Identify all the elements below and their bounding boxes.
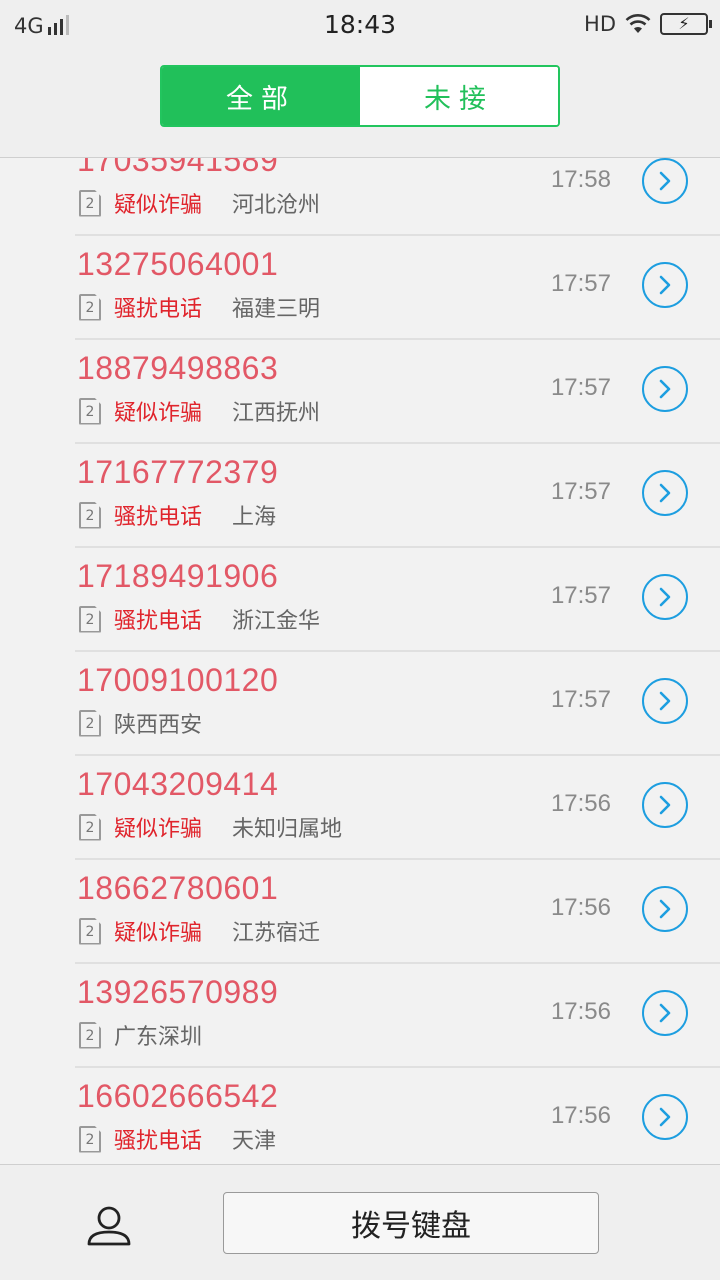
call-filter-tabs: 全部 未接 xyxy=(160,65,560,127)
footer: 拨号键盘 xyxy=(0,1164,720,1280)
dialpad-button[interactable]: 拨号键盘 xyxy=(223,1192,599,1254)
chevron-right-circle-icon[interactable] xyxy=(642,886,688,932)
chevron-right-circle-icon[interactable] xyxy=(642,574,688,620)
call-row[interactable]: 18662780601 2 疑似诈骗 江苏宿迁 17:56 xyxy=(0,860,720,964)
location: 广东深圳 xyxy=(114,1025,203,1050)
location: 上海 xyxy=(232,505,277,530)
tab-all[interactable]: 全部 xyxy=(162,67,360,125)
sim-card-icon: 2 xyxy=(79,397,101,425)
call-meta: 2 陕西西安 xyxy=(79,708,202,738)
call-meta: 2 骚扰电话 上海 xyxy=(79,500,276,530)
sim-card-icon: 2 xyxy=(79,189,101,217)
location: 江苏宿迁 xyxy=(232,921,321,946)
location: 河北沧州 xyxy=(232,193,321,218)
call-row[interactable]: 17035941589 2 疑似诈骗 河北沧州 17:58 xyxy=(0,158,720,236)
status-bar: 4G 18:43 HD ⚡ xyxy=(0,0,720,52)
sim-card-icon: 2 xyxy=(79,293,101,321)
sim-card-icon: 2 xyxy=(79,1021,101,1049)
sim-card-icon: 2 xyxy=(79,1125,101,1153)
location: 福建三明 xyxy=(232,297,321,322)
phone-number: 17035941589 xyxy=(77,158,279,178)
call-time: 17:56 xyxy=(550,790,611,817)
hd-indicator: HD xyxy=(584,12,616,36)
call-meta: 2 疑似诈骗 未知归属地 xyxy=(79,812,342,842)
phone-number: 18662780601 xyxy=(77,870,279,906)
call-row[interactable]: 17167772379 2 骚扰电话 上海 17:57 xyxy=(0,444,720,548)
wifi-icon xyxy=(625,14,651,33)
spam-tag: 骚扰电话 xyxy=(114,1129,203,1154)
phone-number: 13926570989 xyxy=(77,974,279,1010)
battery-icon: ⚡ xyxy=(660,13,712,35)
spam-tag: 疑似诈骗 xyxy=(114,817,203,842)
spam-tag: 骚扰电话 xyxy=(114,505,203,530)
call-time: 17:56 xyxy=(550,894,611,921)
phone-number: 18879498863 xyxy=(77,350,279,386)
call-row[interactable]: 16602666542 2 骚扰电话 天津 17:56 xyxy=(0,1068,720,1164)
call-time: 17:56 xyxy=(550,998,611,1025)
call-meta: 2 疑似诈骗 河北沧州 xyxy=(79,188,320,218)
spam-tag: 疑似诈骗 xyxy=(114,193,203,218)
call-row[interactable]: 17189491906 2 骚扰电话 浙江金华 17:57 xyxy=(0,548,720,652)
sim-card-icon: 2 xyxy=(79,917,101,945)
call-row[interactable]: 13275064001 2 骚扰电话 福建三明 17:57 xyxy=(0,236,720,340)
spam-tag: 疑似诈骗 xyxy=(114,921,203,946)
tab-missed[interactable]: 未接 xyxy=(360,67,558,125)
chevron-right-circle-icon[interactable] xyxy=(642,158,688,204)
chevron-right-circle-icon[interactable] xyxy=(642,366,688,412)
call-row[interactable]: 17009100120 2 陕西西安 17:57 xyxy=(0,652,720,756)
chevron-right-circle-icon[interactable] xyxy=(642,262,688,308)
call-meta: 2 骚扰电话 福建三明 xyxy=(79,292,320,322)
call-meta: 2 疑似诈骗 江西抚州 xyxy=(79,396,320,426)
sim-card-icon: 2 xyxy=(79,501,101,529)
sim-card-icon: 2 xyxy=(79,813,101,841)
call-row[interactable]: 13926570989 2 广东深圳 17:56 xyxy=(0,964,720,1068)
location: 未知归属地 xyxy=(232,817,343,842)
sim-card-icon: 2 xyxy=(79,709,101,737)
location: 天津 xyxy=(232,1129,277,1154)
call-time: 17:57 xyxy=(550,270,611,297)
status-right: HD ⚡ xyxy=(584,12,712,36)
header: 全部 未接 xyxy=(0,52,720,158)
phone-number: 17009100120 xyxy=(77,662,279,698)
call-time: 17:58 xyxy=(550,166,611,193)
spam-tag: 疑似诈骗 xyxy=(114,401,203,426)
phone-number: 13275064001 xyxy=(77,246,279,282)
call-meta: 2 广东深圳 xyxy=(79,1020,202,1050)
call-time: 17:57 xyxy=(550,374,611,401)
spam-tag: 骚扰电话 xyxy=(114,297,203,322)
spam-tag: 骚扰电话 xyxy=(114,609,203,634)
call-time: 17:57 xyxy=(550,478,611,505)
chevron-right-circle-icon[interactable] xyxy=(642,678,688,724)
charging-icon: ⚡ xyxy=(678,14,690,33)
location: 江西抚州 xyxy=(232,401,321,426)
call-time: 17:57 xyxy=(550,686,611,713)
call-row[interactable]: 17043209414 2 疑似诈骗 未知归属地 17:56 xyxy=(0,756,720,860)
phone-number: 17043209414 xyxy=(77,766,279,802)
phone-number: 17189491906 xyxy=(77,558,279,594)
phone-number: 16602666542 xyxy=(77,1078,279,1114)
phone-number: 17167772379 xyxy=(77,454,279,490)
call-meta: 2 骚扰电话 天津 xyxy=(79,1124,276,1154)
chevron-right-circle-icon[interactable] xyxy=(642,990,688,1036)
call-time: 17:56 xyxy=(550,1102,611,1129)
chevron-right-circle-icon[interactable] xyxy=(642,782,688,828)
chevron-right-circle-icon[interactable] xyxy=(642,470,688,516)
call-meta: 2 疑似诈骗 江苏宿迁 xyxy=(79,916,320,946)
location: 浙江金华 xyxy=(232,609,321,634)
call-row[interactable]: 18879498863 2 疑似诈骗 江西抚州 17:57 xyxy=(0,340,720,444)
call-meta: 2 骚扰电话 浙江金华 xyxy=(79,604,320,634)
call-time: 17:57 xyxy=(550,582,611,609)
location: 陕西西安 xyxy=(114,713,203,738)
chevron-right-circle-icon[interactable] xyxy=(642,1094,688,1140)
person-icon[interactable] xyxy=(84,1201,134,1251)
sim-card-icon: 2 xyxy=(79,605,101,633)
call-log-list[interactable]: 17035941589 2 疑似诈骗 河北沧州 17:58 13275064001 2 骚扰电… xyxy=(0,158,720,1164)
